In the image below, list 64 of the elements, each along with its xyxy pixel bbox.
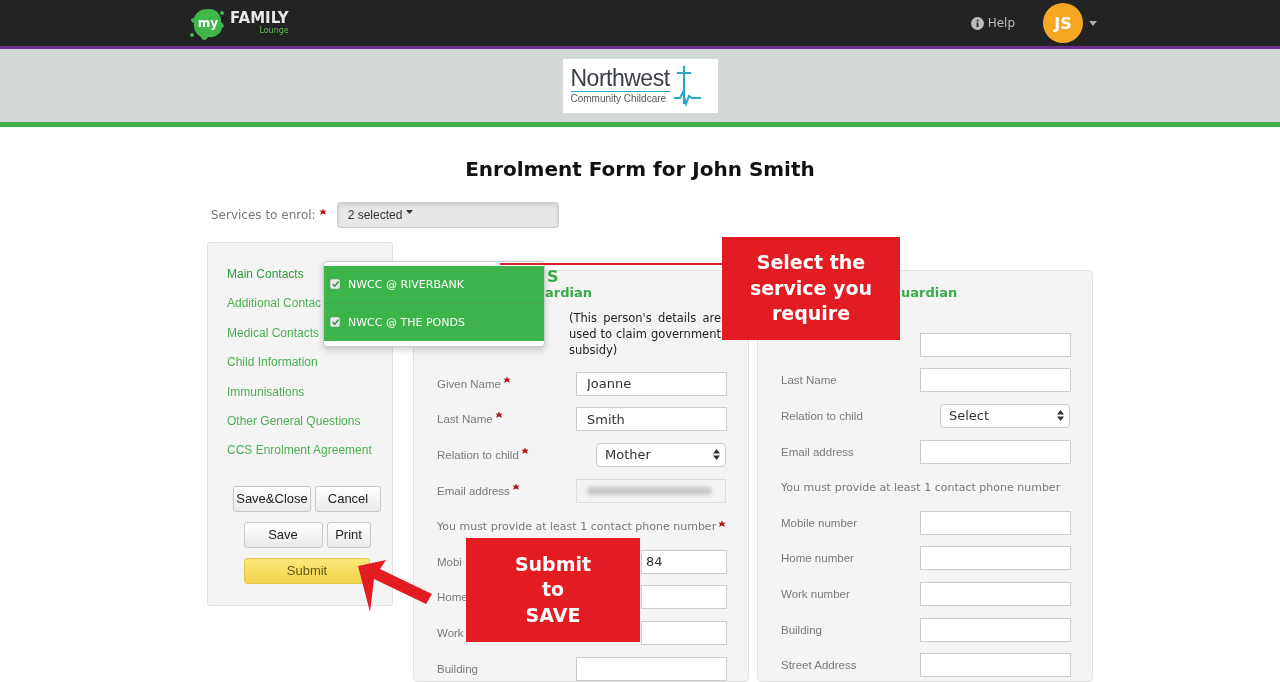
field-label: Mobile number <box>781 516 858 529</box>
field-label: Relation to child <box>781 410 863 422</box>
logo-text: FAMILY <box>230 11 289 26</box>
cross-heartbeat-icon <box>671 63 702 108</box>
section-heading: uardian <box>901 284 959 302</box>
field-label: Given Name <box>437 377 501 390</box>
field-label: Services to enrol: <box>211 208 316 222</box>
caret-icon <box>1089 20 1097 26</box>
select-field[interactable]: Mother <box>596 443 726 467</box>
info-note: (This person's details are used to claim government subsidy) <box>569 310 721 358</box>
submit-button[interactable]: Submit <box>244 557 370 584</box>
logo-tagline: Lounge <box>259 27 289 35</box>
field-label: Last Name <box>437 413 493 426</box>
section-heading: ardian <box>545 284 593 302</box>
checkbox[interactable] <box>330 317 340 328</box>
field-label: Relation to child <box>437 449 519 461</box>
action-button[interactable]: Save&Close <box>233 485 311 512</box>
text-field[interactable] <box>576 656 727 681</box>
action-button[interactable]: Print <box>326 521 371 548</box>
text-field[interactable] <box>641 620 727 645</box>
checkbox[interactable] <box>330 279 340 290</box>
section-heading: S <box>547 267 559 286</box>
field-label: Mobi <box>437 555 462 568</box>
callout: Select the service you require <box>722 237 900 340</box>
text-field[interactable] <box>920 581 1071 606</box>
email-field[interactable] <box>576 478 726 503</box>
text-field[interactable]: Joanne <box>576 371 727 396</box>
text-field[interactable] <box>920 368 1071 393</box>
arrow-icon <box>356 560 434 612</box>
field-label: Home <box>437 591 468 604</box>
help-link[interactable]: Help <box>987 16 1015 30</box>
services-dropdown[interactable]: 2 selected <box>336 202 559 228</box>
logo-text: my <box>197 16 219 30</box>
select-field[interactable]: Select <box>940 404 1070 428</box>
field-label: Email address <box>437 484 510 497</box>
field-label: Work <box>437 626 464 639</box>
logo-title: Northwest <box>570 67 670 90</box>
field-label: You must provide at least 1 contact phone number <box>437 519 717 533</box>
text-field[interactable]: 84 <box>641 549 727 574</box>
updown-icon <box>1057 410 1064 422</box>
field-label: Home number <box>781 552 854 565</box>
updown-icon <box>713 449 720 461</box>
callout: Submit to SAVE <box>466 538 640 642</box>
field-label: Building <box>437 662 478 675</box>
page-title: Enrolment Form for John Smith <box>464 157 816 181</box>
field-label: Work number <box>781 587 850 600</box>
text-field[interactable] <box>920 439 1071 464</box>
field-label: Street Address <box>781 659 857 672</box>
action-button[interactable]: Save <box>243 521 323 548</box>
text-field[interactable] <box>920 546 1071 571</box>
text-field[interactable]: Smith <box>576 407 727 432</box>
text-field[interactable] <box>920 332 1071 357</box>
action-button[interactable]: Cancel <box>315 485 381 512</box>
caret-icon <box>406 210 414 214</box>
text-field[interactable] <box>920 510 1071 535</box>
info-icon <box>970 16 984 30</box>
logo-subtitle: Community Childcare <box>570 91 670 104</box>
field-label: Building <box>781 623 822 636</box>
field-label: Last Name <box>781 374 837 387</box>
text-field[interactable] <box>920 617 1071 642</box>
field-label: You must provide at least 1 contact phone number <box>781 480 1061 494</box>
field-label: Email address <box>781 445 854 458</box>
text-field[interactable] <box>920 653 1071 678</box>
text-field[interactable] <box>641 585 727 610</box>
